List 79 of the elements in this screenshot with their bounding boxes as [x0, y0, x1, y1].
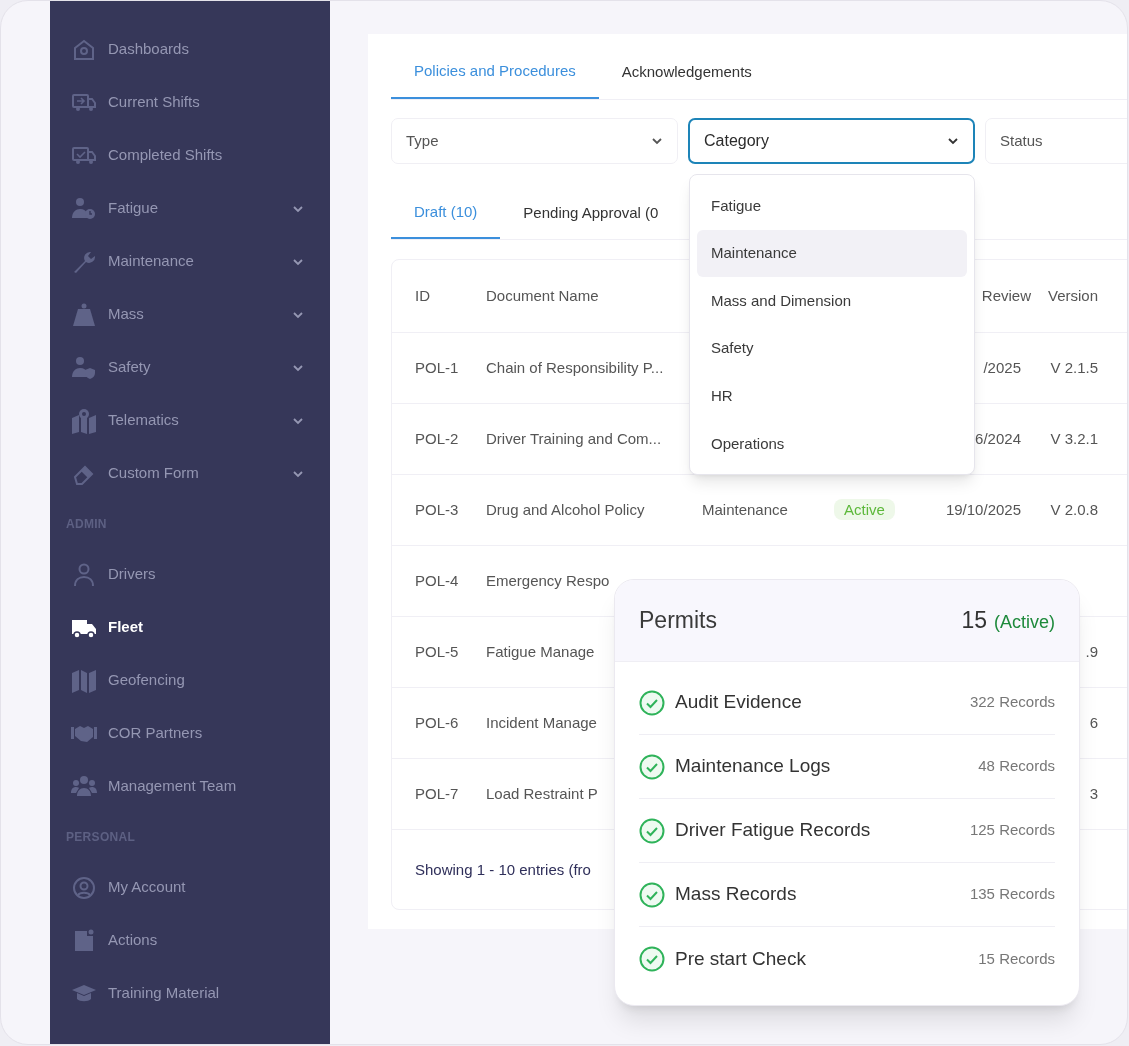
permit-name: Maintenance Logs	[675, 754, 832, 779]
column-header: Review	[980, 285, 1032, 306]
user-circle-icon	[70, 874, 98, 901]
sidebar-item[interactable]: Fleet	[50, 601, 330, 654]
permit-name: Mass Records	[675, 882, 798, 907]
column-header: Version	[1048, 285, 1100, 306]
tab[interactable]: Pending Approval (0	[500, 188, 682, 239]
table-cell: V 2.1.5	[1050, 358, 1098, 376]
table-cell: POL-5	[415, 642, 459, 660]
sidebar-item[interactable]: Actions	[50, 914, 330, 967]
permit-name: Pre start Check	[675, 946, 807, 971]
table-cell: V 2.0.8	[1050, 500, 1098, 518]
permit-name: Audit Evidence	[675, 690, 803, 715]
select-field[interactable]: Status	[985, 118, 1127, 164]
sidebar-item[interactable]: Geofencing	[50, 654, 330, 707]
dropdown-option[interactable]: Fatigue	[697, 182, 967, 230]
sidebar-item[interactable]: Fatigue	[50, 182, 330, 235]
status-badge: Active	[834, 498, 895, 520]
table-cell: V 3.2.1	[1050, 429, 1098, 447]
sidebar-item[interactable]: COR Partners	[50, 707, 330, 760]
dropdown-option[interactable]: Maintenance	[697, 229, 967, 278]
select-field[interactable]: Type	[391, 118, 678, 164]
table-cell: 6	[1089, 713, 1098, 731]
sidebar-item[interactable]: Dashboards	[50, 23, 330, 76]
table-cell: 3	[1089, 784, 1098, 802]
sidebar-item[interactable]: Safety	[50, 341, 330, 394]
dropdown-option[interactable]: Operations	[697, 419, 967, 468]
sidebar-item[interactable]: Mass	[50, 288, 330, 341]
dropdown-option[interactable]: Mass and Dimension	[697, 277, 967, 325]
tab[interactable]: Draft (10)	[391, 188, 501, 239]
table-cell: POL-4	[415, 571, 459, 589]
column-header: Document Name	[486, 285, 600, 306]
table-cell: POL-3	[415, 500, 459, 518]
sidebar-item[interactable]: Training Material	[50, 967, 330, 1020]
dropdown-option[interactable]: Safety	[697, 324, 967, 373]
record-count: 15 Records	[978, 948, 1055, 969]
record-count: 322 Records	[969, 692, 1055, 713]
sidebar-item[interactable]: Management Team	[50, 760, 330, 813]
sidebar-item[interactable]: Telematics	[50, 394, 330, 447]
sidebar-item[interactable]: Drivers	[50, 548, 330, 601]
weight-icon	[70, 301, 98, 328]
sidebar-item[interactable]: Current Shifts	[50, 76, 330, 129]
table-cell: POL-1	[415, 358, 459, 376]
pagination-info: Showing 1 - 10 entries (fro	[415, 859, 591, 880]
record-count: 125 Records	[969, 820, 1055, 841]
user-shield-icon	[70, 354, 98, 381]
table-cell: Driver Training and Com...	[486, 429, 662, 447]
table-cell: .9	[1085, 642, 1098, 660]
table-cell: POL-7	[415, 784, 459, 802]
table-cell: 19/10/2025	[945, 500, 1021, 518]
sidebar-item[interactable]: Maintenance	[50, 235, 330, 288]
table-cell: Emergency Respo	[486, 571, 610, 589]
sidebar-item[interactable]: Completed Shifts	[50, 129, 330, 182]
record-count: 135 Records	[969, 884, 1055, 905]
user-clock-icon	[70, 195, 98, 222]
sidebar-item[interactable]: Custom Form	[50, 447, 330, 500]
map-pin-icon	[70, 407, 98, 434]
permit-name: Driver Fatigue Records	[675, 818, 872, 843]
card-title: Permits	[639, 606, 717, 636]
table-cell: Incident Manage	[486, 713, 597, 731]
sidebar-item[interactable]: My Account	[50, 861, 330, 914]
table-cell: POL-6	[415, 713, 459, 731]
select-field[interactable]: Category	[688, 118, 975, 164]
tab[interactable]: Policies and Procedures	[391, 46, 599, 99]
permit-count: 15	[961, 606, 987, 636]
table-cell: Maintenance	[702, 500, 788, 518]
dropdown-option[interactable]: HR	[697, 372, 967, 420]
tab[interactable]: Acknowledgements	[598, 46, 775, 99]
record-count: 48 Records	[978, 756, 1055, 777]
status-label: (Active)	[994, 611, 1055, 635]
table-cell: /2025	[983, 358, 1021, 376]
table-cell: Load Restraint P	[486, 784, 598, 802]
map-icon	[70, 667, 98, 694]
column-header: ID	[415, 285, 431, 306]
table-cell: Fatigue Manage	[486, 642, 595, 660]
table-cell: POL-2	[415, 429, 459, 447]
table-cell: 6/2024	[975, 429, 1021, 447]
table-cell: Chain of Responsibility P...	[486, 358, 664, 376]
table-cell: Drug and Alcohol Policy	[486, 500, 645, 518]
